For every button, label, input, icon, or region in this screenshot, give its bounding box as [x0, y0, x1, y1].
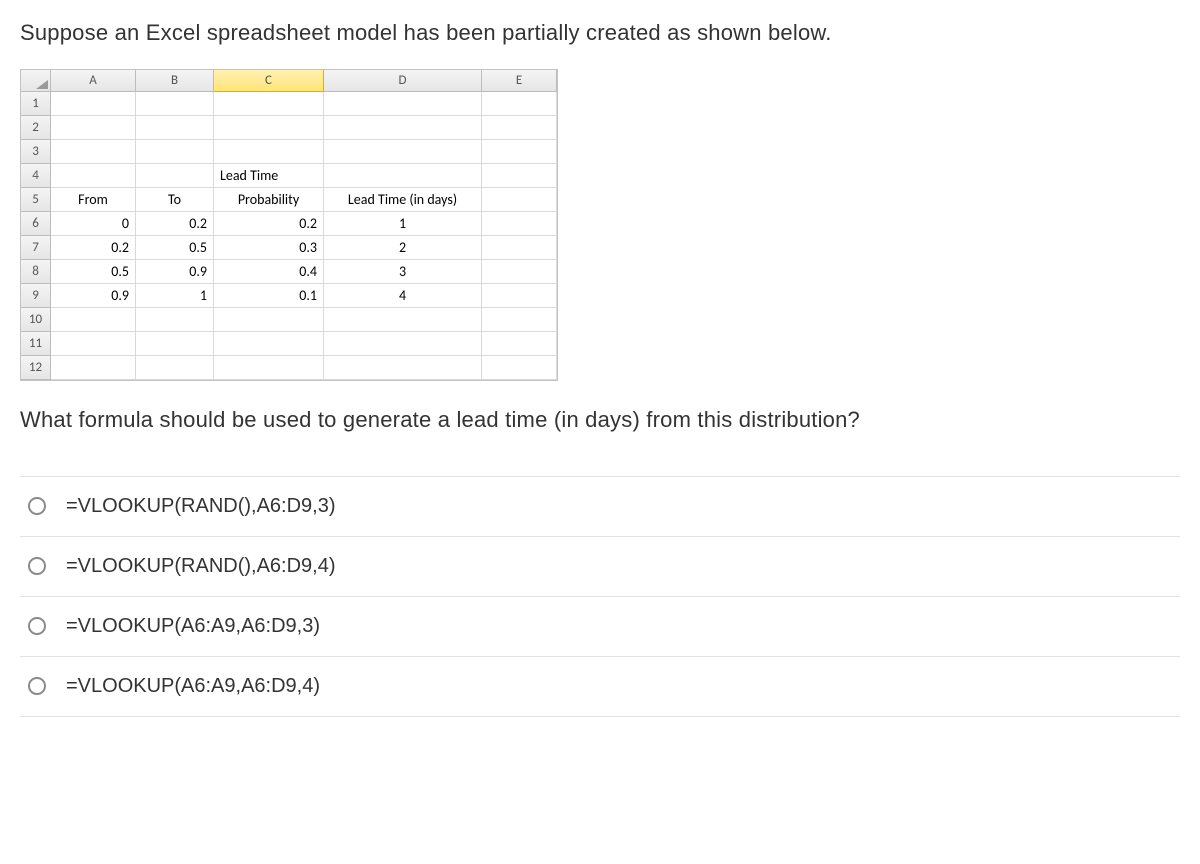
cell-B4[interactable]: [136, 164, 214, 188]
cell-A7[interactable]: 0.2: [51, 236, 136, 260]
cell-C6[interactable]: 0.2: [214, 212, 324, 236]
row-header-1[interactable]: 1: [21, 92, 51, 116]
cell-E11[interactable]: [482, 332, 557, 356]
cell-B7[interactable]: 0.5: [136, 236, 214, 260]
select-all-corner[interactable]: [21, 70, 51, 92]
cell-E9[interactable]: [482, 284, 557, 308]
cell-A10[interactable]: [51, 308, 136, 332]
cell-A1[interactable]: [51, 92, 136, 116]
cell-C4[interactable]: Lead Time: [214, 164, 324, 188]
cell-C1[interactable]: [214, 92, 324, 116]
cell-C12[interactable]: [214, 356, 324, 380]
radio-icon[interactable]: [28, 617, 46, 635]
cell-E5[interactable]: [482, 188, 557, 212]
cell-D8[interactable]: 3: [324, 260, 482, 284]
col-header-A[interactable]: A: [51, 70, 136, 92]
cell-E1[interactable]: [482, 92, 557, 116]
row-header-11[interactable]: 11: [21, 332, 51, 356]
cell-E8[interactable]: [482, 260, 557, 284]
cell-D10[interactable]: [324, 308, 482, 332]
answer-option-label: =VLOOKUP(RAND(),A6:D9,3): [66, 495, 336, 518]
cell-E12[interactable]: [482, 356, 557, 380]
cell-E7[interactable]: [482, 236, 557, 260]
answer-option-label: =VLOOKUP(A6:A9,A6:D9,4): [66, 675, 320, 698]
cell-D1[interactable]: [324, 92, 482, 116]
radio-icon[interactable]: [28, 497, 46, 515]
cell-A2[interactable]: [51, 116, 136, 140]
cell-C3[interactable]: [214, 140, 324, 164]
col-header-B[interactable]: B: [136, 70, 214, 92]
cell-D5[interactable]: Lead Time (in days): [324, 188, 482, 212]
cell-B1[interactable]: [136, 92, 214, 116]
cell-B5[interactable]: To: [136, 188, 214, 212]
row-header-9[interactable]: 9: [21, 284, 51, 308]
cell-B11[interactable]: [136, 332, 214, 356]
cell-E4[interactable]: [482, 164, 557, 188]
cell-B6[interactable]: 0.2: [136, 212, 214, 236]
cell-D9[interactable]: 4: [324, 284, 482, 308]
cell-E3[interactable]: [482, 140, 557, 164]
cell-B8[interactable]: 0.9: [136, 260, 214, 284]
answer-options: =VLOOKUP(RAND(),A6:D9,3) =VLOOKUP(RAND(),…: [20, 476, 1180, 717]
row-header-12[interactable]: 12: [21, 356, 51, 380]
row-header-8[interactable]: 8: [21, 260, 51, 284]
radio-icon[interactable]: [28, 677, 46, 695]
cell-D12[interactable]: [324, 356, 482, 380]
question-intro: Suppose an Excel spreadsheet model has b…: [20, 18, 1180, 49]
cell-D2[interactable]: [324, 116, 482, 140]
cell-A5[interactable]: From: [51, 188, 136, 212]
cell-E2[interactable]: [482, 116, 557, 140]
cell-A12[interactable]: [51, 356, 136, 380]
answer-option-2[interactable]: =VLOOKUP(RAND(),A6:D9,4): [20, 537, 1180, 597]
spreadsheet: ABCDE1234Lead Time5FromToProbabilityLead…: [20, 69, 558, 381]
cell-A4[interactable]: [51, 164, 136, 188]
cell-A6[interactable]: 0: [51, 212, 136, 236]
cell-B10[interactable]: [136, 308, 214, 332]
cell-C10[interactable]: [214, 308, 324, 332]
answer-option-1[interactable]: =VLOOKUP(RAND(),A6:D9,3): [20, 476, 1180, 537]
cell-D6[interactable]: 1: [324, 212, 482, 236]
row-header-4[interactable]: 4: [21, 164, 51, 188]
row-header-2[interactable]: 2: [21, 116, 51, 140]
cell-C7[interactable]: 0.3: [214, 236, 324, 260]
cell-C9[interactable]: 0.1: [214, 284, 324, 308]
cell-E10[interactable]: [482, 308, 557, 332]
cell-B12[interactable]: [136, 356, 214, 380]
cell-E6[interactable]: [482, 212, 557, 236]
row-header-10[interactable]: 10: [21, 308, 51, 332]
answer-option-label: =VLOOKUP(RAND(),A6:D9,4): [66, 555, 336, 578]
cell-B3[interactable]: [136, 140, 214, 164]
answer-option-4[interactable]: =VLOOKUP(A6:A9,A6:D9,4): [20, 657, 1180, 717]
row-header-5[interactable]: 5: [21, 188, 51, 212]
cell-D7[interactable]: 2: [324, 236, 482, 260]
cell-D4[interactable]: [324, 164, 482, 188]
row-header-7[interactable]: 7: [21, 236, 51, 260]
cell-B2[interactable]: [136, 116, 214, 140]
col-header-E[interactable]: E: [482, 70, 557, 92]
cell-D11[interactable]: [324, 332, 482, 356]
cell-A8[interactable]: 0.5: [51, 260, 136, 284]
row-header-3[interactable]: 3: [21, 140, 51, 164]
cell-A11[interactable]: [51, 332, 136, 356]
cell-C8[interactable]: 0.4: [214, 260, 324, 284]
radio-icon[interactable]: [28, 557, 46, 575]
row-header-6[interactable]: 6: [21, 212, 51, 236]
answer-option-3[interactable]: =VLOOKUP(A6:A9,A6:D9,3): [20, 597, 1180, 657]
col-header-D[interactable]: D: [324, 70, 482, 92]
cell-C11[interactable]: [214, 332, 324, 356]
cell-C2[interactable]: [214, 116, 324, 140]
answer-option-label: =VLOOKUP(A6:A9,A6:D9,3): [66, 615, 320, 638]
cell-D3[interactable]: [324, 140, 482, 164]
question-ask: What formula should be used to generate …: [20, 405, 1180, 436]
cell-A3[interactable]: [51, 140, 136, 164]
cell-B9[interactable]: 1: [136, 284, 214, 308]
cell-C5[interactable]: Probability: [214, 188, 324, 212]
cell-A9[interactable]: 0.9: [51, 284, 136, 308]
col-header-C[interactable]: C: [214, 70, 324, 92]
